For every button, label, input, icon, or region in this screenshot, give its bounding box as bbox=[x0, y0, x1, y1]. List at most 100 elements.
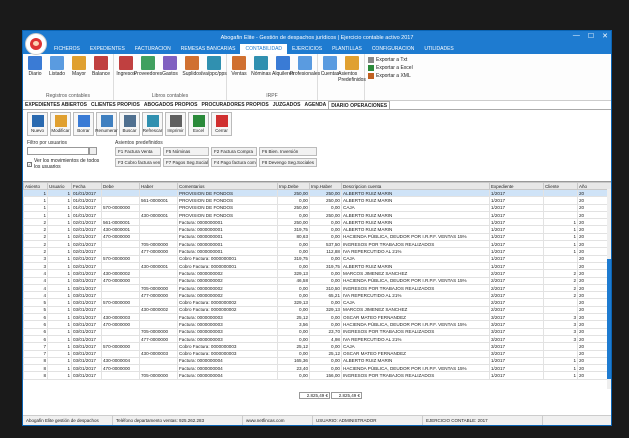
ribbon-gastos-button[interactable]: Gastos bbox=[159, 56, 181, 77]
ribbon-suplidos-button[interactable]: Suplidos bbox=[181, 56, 203, 77]
table-cell-expediente: 2/2017 bbox=[489, 269, 544, 278]
ribbon-ventas-button[interactable]: Ventas bbox=[228, 56, 250, 77]
column-header-fecha[interactable]: Fecha bbox=[71, 182, 102, 190]
table-row[interactable]: 2 1 02/01/2017 705-0000000 Factura: 00000000… bbox=[23, 240, 611, 249]
tab-diario-operaciones[interactable]: DIARIO OPERACIONES bbox=[328, 101, 391, 109]
user-filter-input[interactable] bbox=[27, 147, 89, 155]
table-row[interactable]: 6 1 03/01/2017 470-0000000 Factura: 00000000… bbox=[23, 320, 611, 329]
table-row[interactable]: 2 1 02/01/2017 430-0000001 Factura: 00000000… bbox=[23, 225, 611, 234]
tab-procuradores-propios[interactable]: PROCURADORES PROPIOS bbox=[200, 101, 271, 109]
table-row[interactable]: 5 1 03/01/2017 430-0000002 Cobro Factura: 00… bbox=[23, 305, 611, 315]
menu-facturacion[interactable]: FACTURACION bbox=[130, 44, 176, 54]
menu-plantillas[interactable]: PLANTILLAS bbox=[327, 44, 367, 54]
table-row[interactable]: 2 1 02/01/2017 470-0000000 Factura: 00000000… bbox=[23, 232, 611, 242]
predefined-f2-factura-compra-button[interactable]: F2 Factura Compra bbox=[211, 147, 257, 156]
predefined-f5-nominas-button[interactable]: F5 Nóminas bbox=[163, 147, 209, 156]
predefined-f6-bien-inversion-button[interactable]: F6 Bien. Inversión bbox=[259, 147, 317, 156]
export-exportar-a-xml-button[interactable]: Exportar a XML bbox=[368, 73, 413, 79]
table-row[interactable]: 1 1 01/01/2017 570-0000000 PROVISION DE FOND… bbox=[23, 203, 611, 212]
table-scrollbar[interactable] bbox=[607, 189, 611, 389]
nuevo-button[interactable]: Nuevo bbox=[27, 112, 48, 136]
table-row[interactable]: 4 1 03/01/2017 477-0000000 Factura: 00000000… bbox=[23, 291, 611, 300]
column-header-expediente[interactable]: Expediente bbox=[489, 182, 544, 190]
table-row[interactable]: 7 1 03/01/2017 430-0000003 Cobro Factura: 00… bbox=[23, 349, 611, 358]
cerrar-button[interactable]: Cerrar bbox=[211, 112, 232, 136]
table-row[interactable]: 4 1 03/01/2017 470-0000000 Factura: 00000000… bbox=[23, 276, 611, 285]
column-header-haber[interactable]: Haber bbox=[139, 182, 178, 190]
imprimir-button[interactable]: Imprimir bbox=[165, 112, 186, 136]
menu-ficheros[interactable]: FICHEROS bbox=[49, 44, 85, 54]
scrollbar-thumb[interactable] bbox=[607, 259, 611, 379]
table-row[interactable]: 6 1 03/01/2017 477-0000000 Factura: 00000000… bbox=[23, 334, 611, 344]
column-header-usuario[interactable]: Usuario bbox=[47, 182, 72, 190]
ribbon-mayor-button[interactable]: Mayor bbox=[68, 56, 90, 77]
table-row[interactable]: 8 1 03/01/2017 705-0000000 Factura: 00000000… bbox=[23, 371, 611, 380]
excel-button[interactable]: Excel bbox=[188, 112, 209, 136]
minimize-icon[interactable]: — bbox=[573, 32, 580, 40]
tab-expedientes-abiertos[interactable]: EXPEDIENTES ABIERTOS bbox=[23, 101, 89, 109]
close-icon[interactable]: ✕ bbox=[602, 32, 608, 40]
table-row[interactable]: 4 1 03/01/2017 705-0000000 Factura: 00000000… bbox=[23, 283, 611, 293]
table-row[interactable]: 3 1 02/01/2017 570-0000000 Cobro Factura: 00… bbox=[23, 254, 611, 263]
predefined-f8-devengo-seg-sociales-button[interactable]: F8 Devengo Seg.Sociales bbox=[259, 158, 317, 167]
column-header-imp-haber[interactable]: Imp.Haber bbox=[309, 182, 342, 190]
table-row[interactable]: 1 1 01/01/2017 561-0000001 PROVISION DE FOND… bbox=[23, 196, 611, 205]
ribbon-asientos-predefinidos-button[interactable]: Asientos Predefinidos bbox=[338, 56, 366, 83]
table-row[interactable]: 8 1 03/01/2017 470-0000000 Factura: 00000000… bbox=[23, 364, 611, 373]
table-row[interactable]: 2 1 02/01/2017 561-0000001 Factura: 00000000… bbox=[23, 218, 611, 227]
table-row[interactable]: 6 1 03/01/2017 430-0000003 Factura: 00000000… bbox=[23, 313, 611, 322]
column-header-asiento[interactable]: Asiento bbox=[23, 182, 48, 190]
export-exportar-a-txt-button[interactable]: Exportar a Txt bbox=[368, 57, 413, 63]
menu-ejercicios[interactable]: EJERCICIOS bbox=[287, 44, 327, 54]
table-cell-fecha: 03/01/2017 bbox=[71, 349, 102, 358]
column-header-descripcion-cuenta[interactable]: Descripcion cuenta bbox=[341, 182, 490, 190]
modificar-button[interactable]: Modificar bbox=[50, 112, 71, 136]
column-header-cliente[interactable]: Cliente bbox=[543, 182, 578, 190]
export-icon bbox=[368, 73, 374, 79]
predefined-f7-pagos-seg-sociales-button[interactable]: F7 Pagos Seg.Sociales bbox=[163, 158, 209, 167]
table-row[interactable]: 1 1 01/01/2017 430-0000001 PROVISION DE FOND… bbox=[23, 210, 611, 220]
menu-remesas-bancarias[interactable]: REMESAS BANCARIAS bbox=[176, 44, 241, 54]
buscar-button[interactable]: Buscar bbox=[119, 112, 140, 136]
predefined-f4-pago-factura-compra-button[interactable]: F4 Pago factura compra bbox=[211, 158, 257, 167]
ribbon-proveedores-button[interactable]: Proveedores bbox=[134, 56, 162, 77]
all-users-checkbox[interactable]: ✓ Ver los movimientos de todos los usuar… bbox=[27, 158, 107, 170]
ribbon-profesionales-button[interactable]: Profesionales bbox=[290, 56, 320, 77]
ribbon-listado-button[interactable]: Listado bbox=[46, 56, 68, 77]
alquileres-icon bbox=[276, 56, 290, 70]
ribbon-iva-ppc-pps-button[interactable]: Iva/ppc/pps bbox=[201, 56, 227, 77]
table-row[interactable]: 1 1 01/01/2017 PROVISION DE FONDOS 250,00 250… bbox=[23, 188, 611, 198]
table-row[interactable]: 5 1 03/01/2017 570-0000000 Cobro Factura: 00… bbox=[23, 298, 611, 307]
menu-configuracion[interactable]: CONFIGURACION bbox=[367, 44, 420, 54]
tab-abogados-propios[interactable]: ABOGADOS PROPIOS bbox=[142, 101, 200, 109]
renumerar-button[interactable]: Renumerar bbox=[95, 112, 118, 136]
menu-contabilidad[interactable]: CONTABILIDAD bbox=[240, 44, 288, 54]
table-row[interactable]: 6 1 03/01/2017 705-0000000 Factura: 00000000… bbox=[23, 327, 611, 336]
menu-utilidades[interactable]: UTILIDADES bbox=[419, 44, 458, 54]
ribbon-balance-button[interactable]: Balance bbox=[90, 56, 112, 77]
refrescar-button[interactable]: Refrescar bbox=[142, 112, 163, 136]
column-header-comentarios[interactable]: Comentarios bbox=[177, 182, 278, 190]
table-row[interactable]: 3 1 02/01/2017 430-0000001 Cobro Factura: 00… bbox=[23, 261, 611, 271]
ribbon-nominas-button[interactable]: Nóminas bbox=[250, 56, 272, 77]
table-row[interactable]: 7 1 03/01/2017 570-0000000 Cobro Factura: 00… bbox=[23, 342, 611, 351]
column-header-debe[interactable]: Debe bbox=[101, 182, 140, 190]
user-avatar[interactable] bbox=[25, 33, 47, 55]
tab-juzgados[interactable]: JUZGADOS bbox=[271, 101, 303, 109]
tab-clientes-propios[interactable]: CLIENTES PROPIOS bbox=[89, 101, 142, 109]
table-row[interactable]: 2 1 02/01/2017 477-0000000 Factura: 00000000… bbox=[23, 247, 611, 256]
ribbon-diario-button[interactable]: Diario bbox=[24, 56, 46, 77]
borrar-button[interactable]: Borrar bbox=[73, 112, 94, 136]
menu-expedientes[interactable]: EXPEDIENTES bbox=[85, 44, 130, 54]
predefined-f3-cobro-factura-venta-button[interactable]: F3 Cobro factura venta bbox=[115, 158, 161, 167]
user-filter-dropdown-button[interactable] bbox=[89, 146, 97, 155]
table-cell-haber bbox=[139, 269, 178, 278]
table-row[interactable]: 4 1 03/01/2017 430-0000002 Factura: 00000000… bbox=[23, 269, 611, 278]
table-row[interactable]: 8 1 03/01/2017 430-0000004 Factura: 00000000… bbox=[23, 356, 611, 366]
maximize-icon[interactable]: ☐ bbox=[588, 32, 594, 40]
export-exportar-a-excel-button[interactable]: Exportar a Excel bbox=[368, 65, 413, 71]
predefined-f1-factura-venta-button[interactable]: F1 Factura Venta bbox=[115, 147, 161, 156]
table-cell-imp-haber: 250,00 bbox=[309, 196, 342, 205]
column-header-imp-debe[interactable]: Imp.Debe bbox=[277, 182, 310, 190]
tab-agenda[interactable]: AGENDA bbox=[303, 101, 329, 109]
